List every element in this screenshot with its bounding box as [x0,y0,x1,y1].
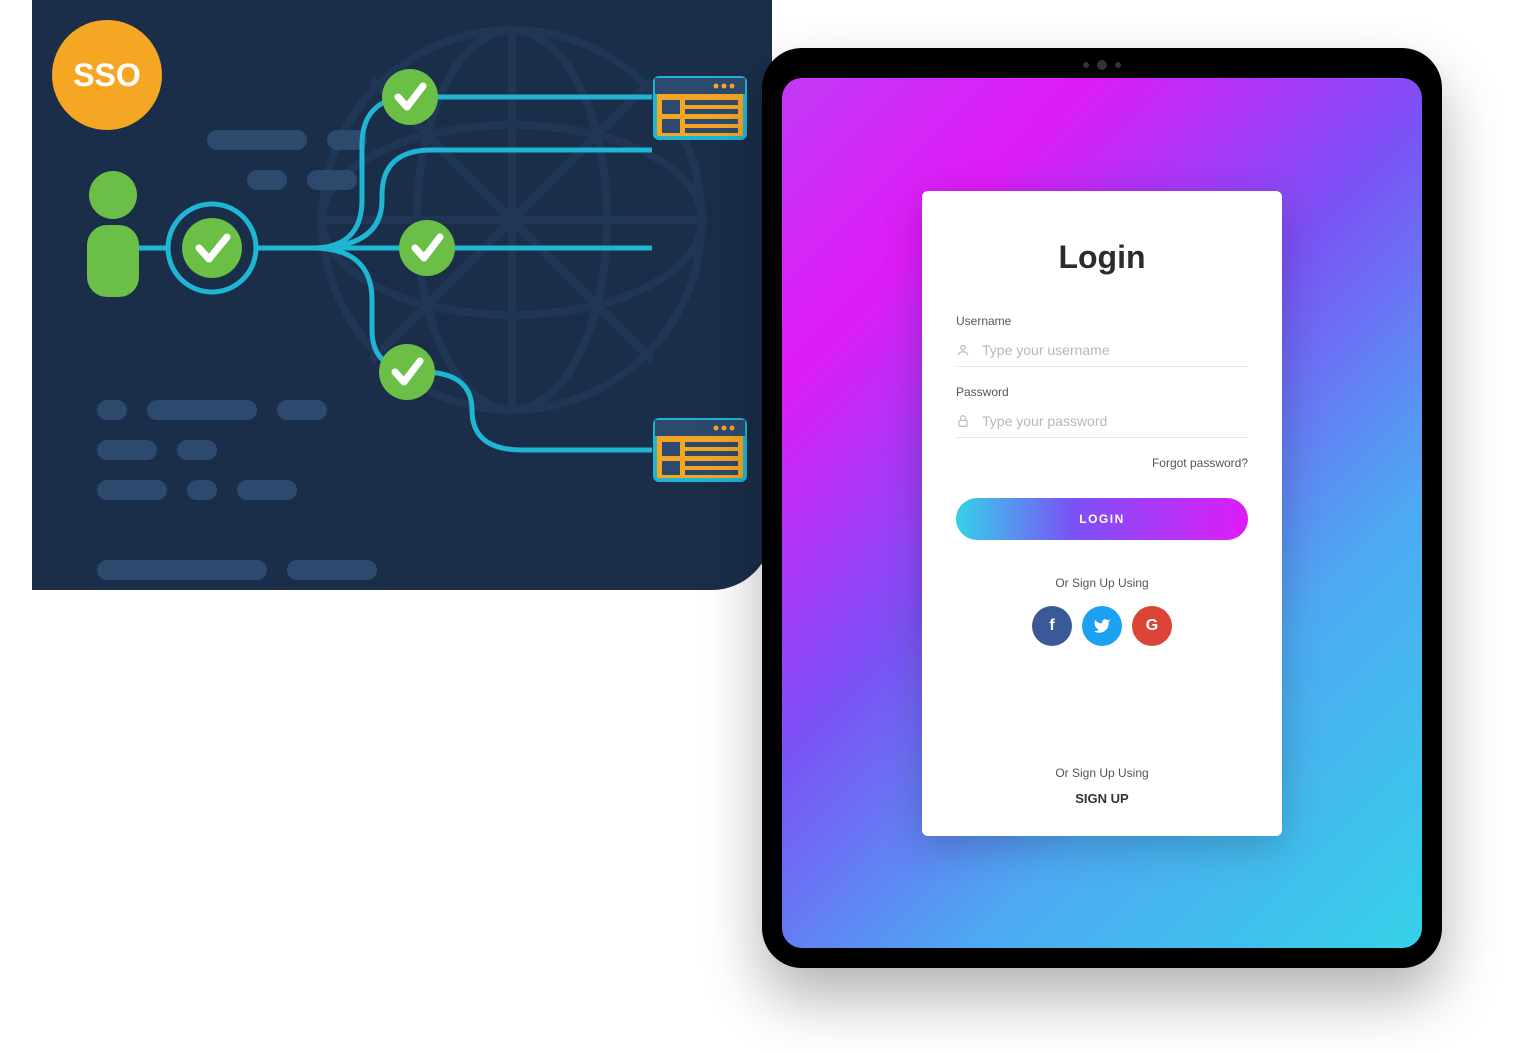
username-label: Username [956,314,1248,328]
signup-section: Or Sign Up Using SIGN UP [956,766,1248,808]
tablet-screen: Login Username Password [782,78,1422,948]
lock-icon [956,414,972,428]
login-title: Login [956,239,1248,276]
sso-badge: SSO [52,20,162,130]
login-card: Login Username Password [922,191,1282,836]
username-field: Username [956,314,1248,367]
google-login-button[interactable]: G [1132,606,1172,646]
tablet-camera [1083,60,1121,70]
or-signup-bottom-text: Or Sign Up Using [956,766,1248,780]
google-icon: G [1146,617,1158,635]
password-field: Password [956,385,1248,438]
login-button[interactable]: LOGIN [956,498,1248,540]
tablet-frame: Login Username Password [762,48,1442,968]
forgot-password-link[interactable]: Forgot password? [956,456,1248,470]
or-signup-social-text: Or Sign Up Using [956,576,1248,590]
user-icon [956,343,972,357]
social-login-row: f G [956,606,1248,646]
sso-badge-label: SSO [73,57,141,94]
password-label: Password [956,385,1248,399]
facebook-login-button[interactable]: f [1032,606,1072,646]
username-input[interactable] [982,342,1248,358]
twitter-icon [1093,617,1111,635]
password-input[interactable] [982,413,1248,429]
signup-link[interactable]: SIGN UP [1075,791,1128,806]
facebook-icon: f [1049,617,1054,635]
twitter-login-button[interactable] [1082,606,1122,646]
sso-illustration-panel: SSO [32,0,772,590]
